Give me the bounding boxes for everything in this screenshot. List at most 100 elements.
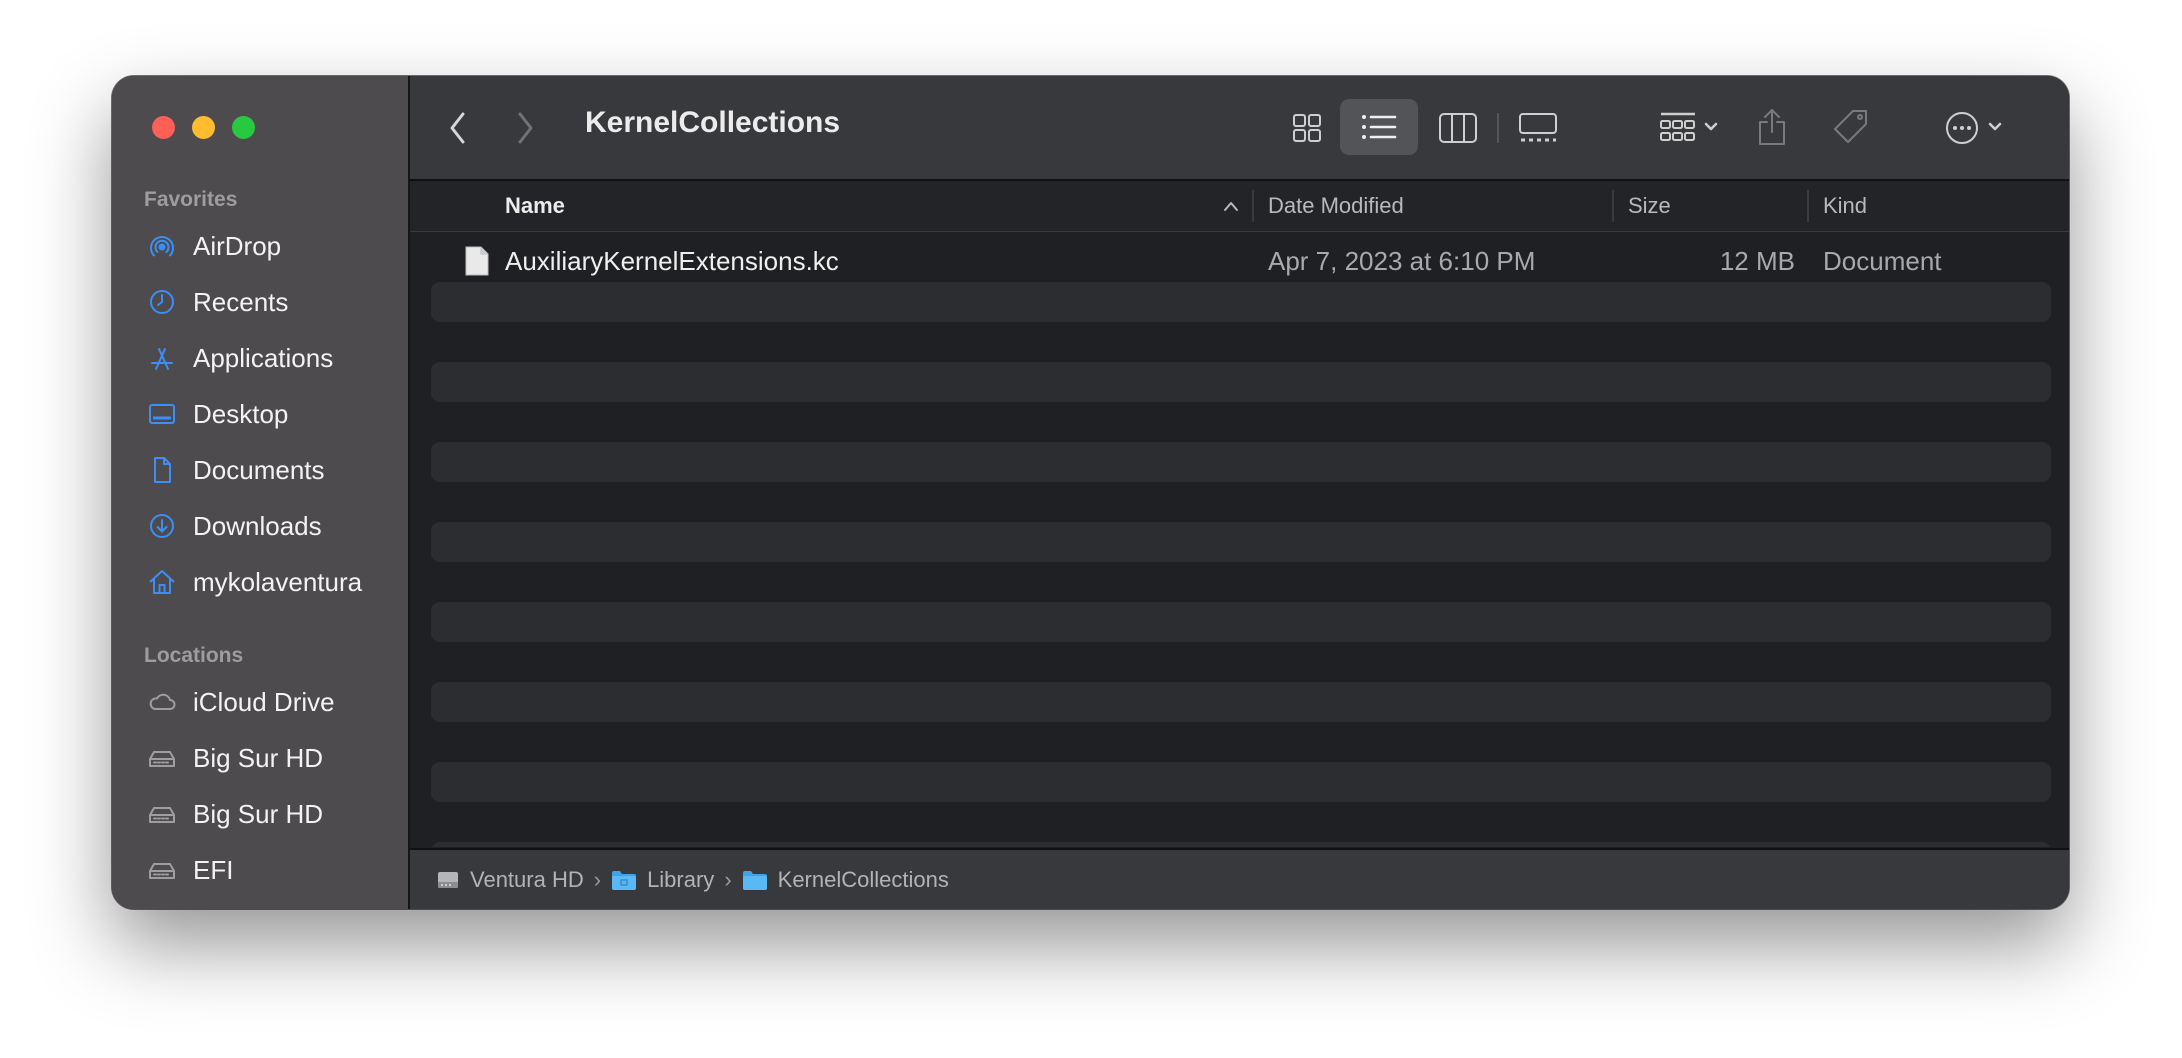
path-item-library[interactable]: Library [611,867,714,893]
sidebar-item-label: Big Sur HD [193,742,324,773]
list-view-button[interactable] [1340,99,1418,155]
window-title: KernelCollections [585,106,841,139]
column-view-button[interactable] [1430,102,1486,154]
main-pane: KernelCollections Name Date Modified Siz… [410,76,2069,909]
sidebar-item-label: Recents [193,286,289,317]
column-header-size[interactable]: Size [1628,181,1671,231]
sidebar-item-label: Big Sur HD [193,798,324,829]
sidebar-item-efi[interactable]: EFI [112,842,408,898]
folder-icon [611,869,637,891]
sidebar-item-icloud-drive[interactable]: iCloud Drive [112,674,408,730]
chevron-right-icon: › [724,866,732,892]
applications-icon [147,343,177,373]
file-date: Apr 7, 2023 at 6:10 PM [1268,245,1536,276]
path-item-kernelcollections[interactable]: KernelCollections [742,867,949,893]
window-controls [152,116,255,139]
path-item-label: Ventura HD [470,866,584,892]
file-size: 12 MB [1719,245,1795,276]
download-icon [147,511,177,541]
sidebar-item-big-sur-hd-1[interactable]: Big Sur HD [112,730,408,786]
sidebar-item-label: Applications [193,342,334,373]
sidebar-item-home[interactable]: mykolaventura [112,554,408,610]
drive-icon [147,855,177,885]
file-list: AuxiliaryKernelExtensions.kc Apr 7, 2023… [410,232,2069,847]
sidebar-item-label: AirDrop [193,230,282,261]
column-header-date[interactable]: Date Modified [1268,181,1404,231]
column-header-kind[interactable]: Kind [1823,181,1867,231]
more-actions-button[interactable] [1938,102,2016,154]
share-button[interactable] [1750,100,1794,154]
sidebar-item-label: mykolaventura [193,566,363,597]
path-bar: Ventura HD › Library › KernelCollections [410,848,2069,909]
path-item-ventura-hd[interactable]: Ventura HD [436,867,584,893]
zoom-button[interactable] [232,116,255,139]
column-separator [1252,190,1254,222]
clock-icon [147,287,177,317]
path-item-label: KernelCollections [777,866,949,892]
list-icon [1362,115,1397,139]
empty-row-stripe [431,362,2051,402]
sidebar-item-airdrop[interactable]: AirDrop [112,218,408,274]
sidebar-item-label: Desktop [193,398,289,429]
sidebar-item-applications[interactable]: Applications [112,330,408,386]
grid-icon [1293,114,1321,142]
column-header-name[interactable]: Name [410,181,1250,231]
close-button[interactable] [152,116,175,139]
empty-row-stripe [431,682,2051,722]
empty-row-stripe [431,762,2051,802]
column-separator [1612,190,1614,222]
back-button[interactable] [440,108,476,148]
ellipsis-circle-icon [1946,112,2002,144]
empty-row-stripe [431,842,2051,847]
file-name: AuxiliaryKernelExtensions.kc [505,245,839,276]
column-header: Name Date Modified Size Kind [410,181,2069,232]
file-icon [464,232,490,290]
group-icon [1660,112,1718,141]
airdrop-icon [147,231,177,261]
toolbar: KernelCollections [410,76,2069,181]
forward-button[interactable] [507,108,543,148]
folder-icon [742,869,768,891]
columns-icon [1439,113,1477,143]
chevron-left-icon [450,112,465,144]
sidebar-item-label: Downloads [193,510,322,541]
finder-window: Favorites AirDrop Recents Applications D… [112,76,2069,909]
icon-view-button[interactable] [1280,102,1334,154]
gallery-icon [1519,113,1557,142]
empty-row-stripe [431,442,2051,482]
share-icon [1759,109,1785,145]
minimize-button[interactable] [192,116,215,139]
sidebar-item-label: iCloud Drive [193,686,335,717]
cloud-icon [147,687,177,717]
drive-icon [436,868,460,892]
drive-icon [147,799,177,829]
chevron-right-icon [518,112,533,144]
favorites-list: AirDrop Recents Applications Desktop Doc… [112,218,408,610]
toolbar-separator [1497,113,1499,143]
sidebar-item-label: Documents [193,454,325,485]
desktop-icon [147,399,177,429]
path-item-label: Library [647,866,715,892]
file-kind: Document [1823,245,1942,276]
home-icon [147,567,177,597]
sidebar-item-documents[interactable]: Documents [112,442,408,498]
favorites-section-title: Favorites [144,188,238,211]
sidebar-item-recents[interactable]: Recents [112,274,408,330]
file-row[interactable]: AuxiliaryKernelExtensions.kc Apr 7, 2023… [410,232,2069,290]
column-separator [1807,190,1809,222]
gallery-view-button[interactable] [1510,102,1566,154]
sidebar-item-big-sur-hd-2[interactable]: Big Sur HD [112,786,408,842]
locations-section-title: Locations [144,644,244,667]
sort-ascending-icon [1224,202,1238,211]
locations-list: iCloud Drive Big Sur HD Big Sur HD EFI [112,674,408,898]
sidebar-item-desktop[interactable]: Desktop [112,386,408,442]
sidebar: Favorites AirDrop Recents Applications D… [112,76,410,909]
sidebar-item-downloads[interactable]: Downloads [112,498,408,554]
tag-icon [1834,110,1867,143]
group-button[interactable] [1650,102,1730,154]
drive-icon [147,743,177,773]
tag-button[interactable] [1826,100,1876,154]
sidebar-item-label: EFI [193,854,234,885]
document-icon [147,455,177,485]
empty-row-stripe [431,522,2051,562]
